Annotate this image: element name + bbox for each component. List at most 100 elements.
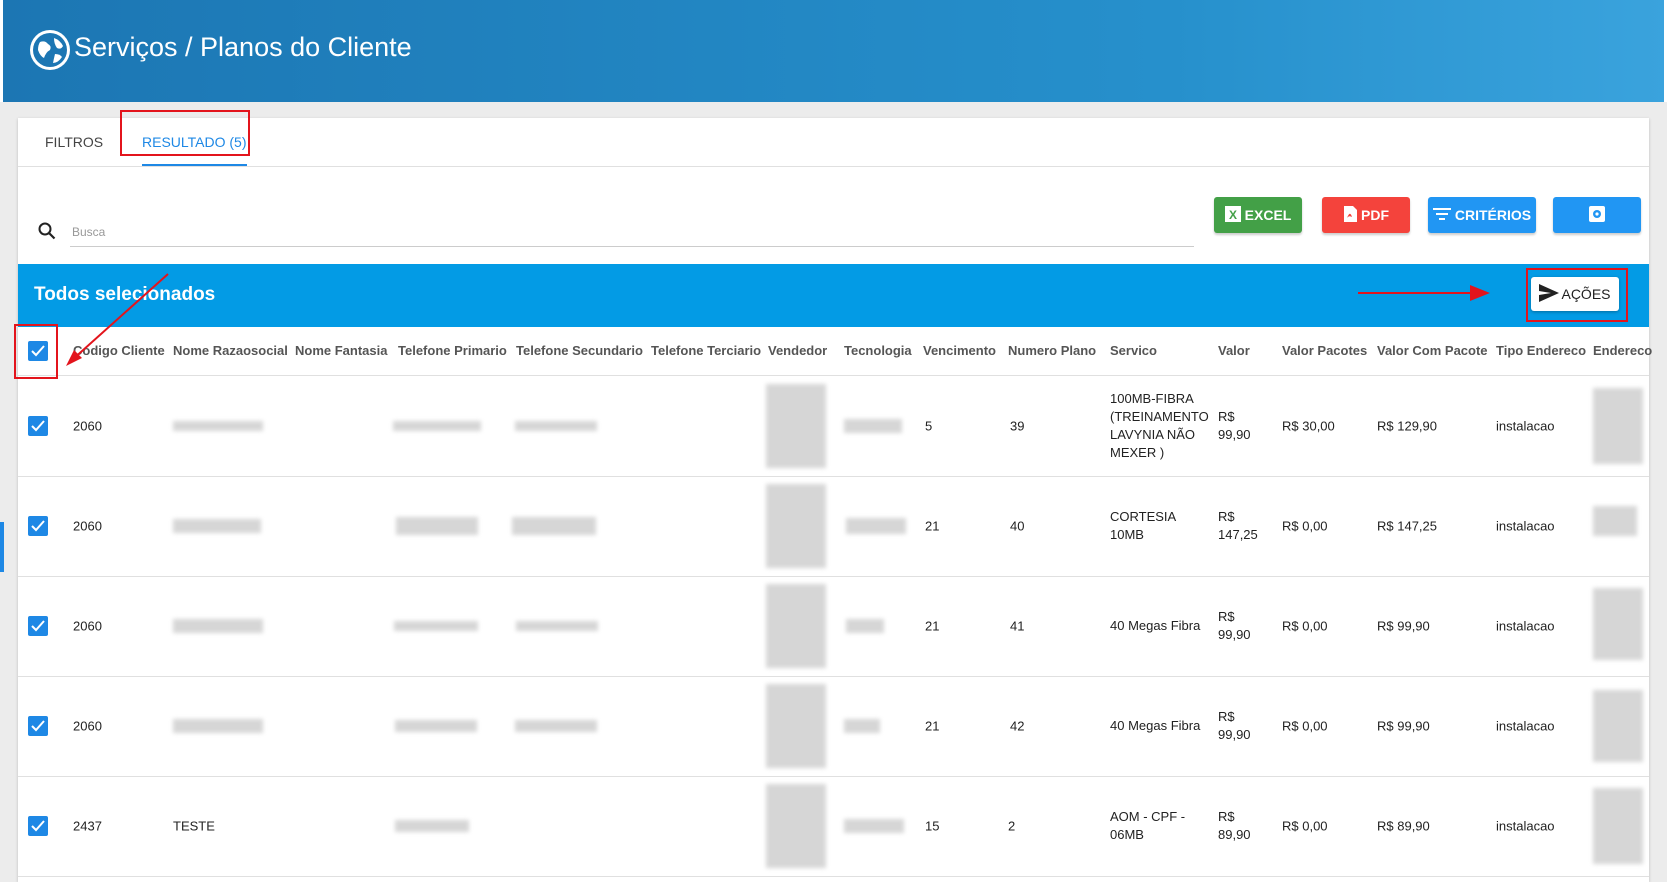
table-row[interactable]: 2060 5 39 100MB-FIBRA (TREINAMENTO LAVYN… [18,376,1649,477]
redacted-endereco [1593,690,1643,762]
cell-numero: 39 [1010,418,1025,434]
redacted-vendedor [766,384,826,468]
col-servico[interactable]: Servico [1110,327,1157,375]
annotation-arrow-right [1358,285,1490,301]
col-numero[interactable]: Numero Plano [1008,327,1096,375]
redacted-vendedor [766,584,826,668]
col-vendedor[interactable]: Vendedor [768,327,827,375]
cell-razao: TESTE [173,818,215,834]
redacted-tel2 [515,720,597,732]
cell-codigo: 2060 [73,618,102,634]
col-endereco[interactable]: Endereco [1593,327,1652,375]
row-checkbox[interactable] [28,816,48,836]
redacted-vendedor [766,684,826,768]
redacted-endereco [1593,388,1643,464]
cell-com-pacote: R$ 89,90 [1377,818,1430,834]
cell-pacotes: R$ 0,00 [1282,718,1328,734]
filter-icon [1432,207,1451,224]
col-vencimento[interactable]: Vencimento [923,327,996,375]
gear-icon [1588,205,1606,226]
cell-servico: 40 Megas Fibra [1110,618,1201,633]
redacted-tecnologia [846,619,884,633]
redacted-razao [173,619,263,633]
cell-tipo-endereco: instalacao [1496,418,1555,434]
cell-vencimento: 21 [925,718,940,734]
col-tecnologia[interactable]: Tecnologia [844,327,912,375]
cell-valor: R$ 147,25 [1218,509,1258,542]
cell-tipo-endereco: instalacao [1496,818,1555,834]
redacted-tel1 [393,421,481,431]
cell-pacotes: R$ 0,00 [1282,818,1328,834]
cell-numero: 42 [1010,718,1025,734]
search-icon [38,222,56,245]
criterios-label: CRITÉRIOS [1454,207,1532,223]
cell-com-pacote: R$ 99,90 [1377,718,1430,734]
cell-vencimento: 15 [925,818,940,834]
row-checkbox[interactable] [28,716,48,736]
redacted-razao [173,519,261,533]
left-edge-indicator [0,522,4,572]
row-checkbox[interactable] [28,416,48,436]
redacted-tel2 [512,517,596,535]
row-checkbox[interactable] [28,516,48,536]
cell-servico: 100MB-FIBRA (TREINAMENTO LAVYNIA NÃO MEX… [1110,391,1209,460]
col-tel2[interactable]: Telefone Secundario [516,327,643,375]
cell-pacotes: R$ 0,00 [1282,518,1328,534]
col-tipo-endereco[interactable]: Tipo Endereco [1496,327,1586,375]
excel-button[interactable]: X EXCEL [1214,197,1302,233]
col-valor[interactable]: Valor [1218,327,1250,375]
cell-com-pacote: R$ 147,25 [1377,518,1437,534]
cell-valor: R$ 99,90 [1218,609,1251,642]
redacted-tecnologia [844,419,902,433]
pdf-button[interactable]: PDF [1322,197,1410,233]
table-header: Codigo Cliente Nome Razaosocial Nome Fan… [18,327,1652,376]
cell-pacotes: R$ 0,00 [1282,618,1328,634]
table-row[interactable]: 2060 21 41 40 Megas Fibra R$ 99,90 R$ 0,… [18,576,1649,677]
cell-codigo: 2437 [73,818,102,834]
tab-filtros[interactable]: FILTROS [45,118,103,166]
svg-text:X: X [1229,208,1237,222]
cell-vencimento: 21 [925,618,940,634]
redacted-tel1 [394,621,478,631]
cell-vencimento: 5 [925,418,933,434]
table-row[interactable]: 2060 21 40 CORTESIA 10MB R$ 147,25 R$ 0,… [18,476,1649,577]
cell-servico: 40 Megas Fibra [1110,718,1201,733]
annotation-box-acoes [1526,268,1628,322]
cell-vencimento: 21 [925,518,940,534]
excel-label: EXCEL [1244,207,1292,223]
col-tel1[interactable]: Telefone Primario [398,327,507,375]
redacted-vendedor [766,484,826,568]
redacted-razao [173,719,263,733]
cell-tipo-endereco: instalacao [1496,618,1555,634]
col-fantasia[interactable]: Nome Fantasia [295,327,387,375]
cell-codigo: 2060 [73,518,102,534]
col-pacotes[interactable]: Valor Pacotes [1282,327,1367,375]
criterios-button[interactable]: CRITÉRIOS [1428,197,1536,233]
cell-servico: AOM - CPF - 06MB [1110,809,1186,842]
settings-button[interactable] [1553,197,1641,233]
annotation-box-select-all [14,324,58,379]
table-row[interactable]: 2060 21 42 40 Megas Fibra R$ 99,90 R$ 0,… [18,676,1649,777]
annotation-arrow-left [66,273,169,366]
row-checkbox[interactable] [28,616,48,636]
redacted-tel2 [515,421,597,431]
cell-valor: R$ 89,90 [1218,809,1251,842]
cell-numero: 40 [1010,518,1025,534]
table-row[interactable]: 2437 TESTE 15 2 AOM - CPF - 06MB R$ 89,9… [18,776,1649,877]
redacted-tel1 [395,820,469,832]
redacted-tel1 [396,517,478,535]
col-com-pacote[interactable]: Valor Com Pacote [1377,327,1488,375]
search-input[interactable] [70,218,1194,247]
redacted-endereco [1593,506,1637,536]
header-left-edge [0,0,3,102]
cell-tipo-endereco: instalacao [1496,718,1555,734]
excel-icon: X [1224,205,1241,225]
redacted-tecnologia [846,518,906,534]
cell-servico: CORTESIA 10MB [1110,509,1176,542]
redacted-endereco [1593,788,1643,864]
col-tel3[interactable]: Telefone Terciario [651,327,761,375]
cell-numero: 41 [1010,618,1025,634]
col-razao[interactable]: Nome Razaosocial [173,327,288,375]
cell-codigo: 2060 [73,418,102,434]
pdf-icon [1343,205,1357,225]
